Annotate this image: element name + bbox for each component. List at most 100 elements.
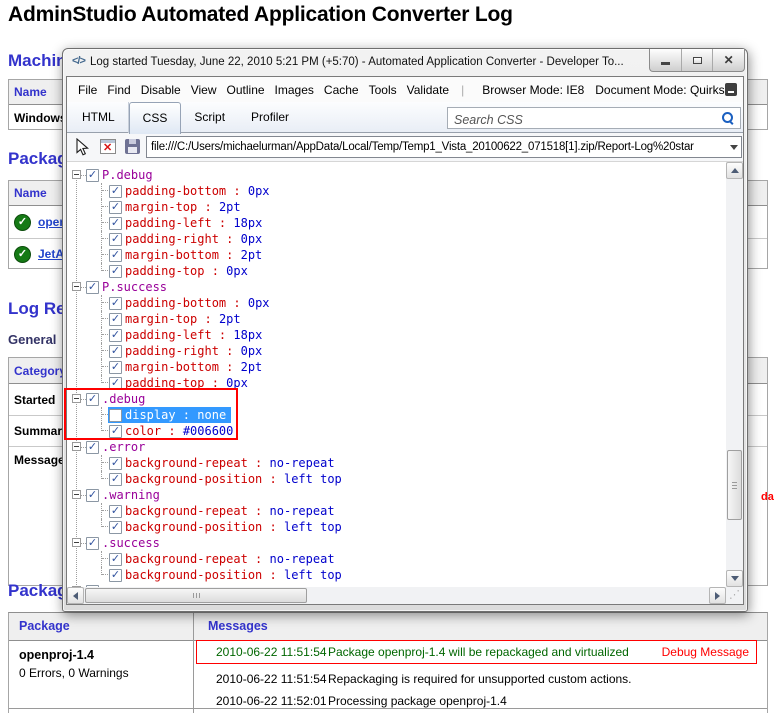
property-checkbox[interactable]: ✓ — [109, 569, 122, 582]
search-icon[interactable] — [721, 111, 735, 125]
tree-prop-padding-right[interactable]: ✓padding-right : 0px — [67, 343, 726, 359]
property-checkbox[interactable]: ✓ — [109, 217, 122, 230]
tree-prop-padding-top[interactable]: ✓padding-top : 0px — [67, 263, 726, 279]
tree-prop-background-position[interactable]: ✓background-position : left top — [67, 519, 726, 535]
tree-prop-background-position[interactable]: ✓background-position : left top — [67, 471, 726, 487]
resize-grip[interactable]: ⋰ — [726, 587, 743, 604]
property-checkbox[interactable]: ✓ — [109, 233, 122, 246]
debug-rule-annotation-box — [64, 388, 238, 440]
tab-profiler[interactable]: Profiler — [238, 102, 302, 133]
address-bar[interactable]: file:///C:/Users/michaelurman/AppData/Lo… — [146, 136, 742, 158]
property-checkbox[interactable]: ✓ — [109, 249, 122, 262]
property-checkbox[interactable]: ✓ — [109, 313, 122, 326]
rule-checkbox[interactable]: ✓ — [86, 489, 99, 502]
tab-css[interactable]: CSS — [129, 102, 182, 134]
window-titlebar[interactable]: </> Log started Tuesday, June 22, 2010 5… — [63, 49, 747, 76]
tree-node-P.success[interactable]: ✓P.success — [67, 279, 726, 295]
property-label: margin-top : 2pt — [125, 200, 241, 214]
menu-item-outline[interactable]: Outline — [222, 83, 270, 97]
property-checkbox[interactable]: ✓ — [109, 473, 122, 486]
property-checkbox[interactable]: ✓ — [109, 329, 122, 342]
collapse-icon[interactable] — [72, 282, 81, 291]
browser-mode-label[interactable]: Browser Mode: IE8 — [482, 83, 584, 97]
tree-node-.success[interactable]: ✓.success — [67, 535, 726, 551]
maximize-icon — [693, 57, 702, 64]
property-checkbox[interactable]: ✓ — [109, 345, 122, 358]
maximize-button[interactable] — [681, 49, 713, 71]
message-text: Package openproj-1.4 will be repackaged … — [328, 645, 629, 659]
tree-prop-margin-bottom[interactable]: ✓margin-bottom : 2pt — [67, 359, 726, 375]
tree-prop-background-repeat[interactable]: ✓background-repeat : no-repeat — [67, 455, 726, 471]
vertical-scrollbar[interactable] — [726, 162, 743, 587]
property-checkbox[interactable]: ✓ — [109, 297, 122, 310]
property-checkbox[interactable]: ✓ — [109, 457, 122, 470]
selector-label: .success — [102, 536, 160, 550]
selector-label: P.debug — [102, 168, 153, 182]
menu-item-file[interactable]: File — [73, 83, 102, 97]
vertical-scroll-thumb[interactable] — [727, 450, 742, 520]
tree-prop-padding-left[interactable]: ✓padding-left : 18px — [67, 215, 726, 231]
tree-prop-margin-top[interactable]: ✓margin-top : 2pt — [67, 311, 726, 327]
property-checkbox[interactable]: ✓ — [109, 201, 122, 214]
collapse-icon[interactable] — [72, 538, 81, 547]
collapse-icon[interactable] — [72, 170, 81, 179]
collapse-icon[interactable] — [72, 490, 81, 499]
pin-window-icon[interactable] — [725, 83, 737, 96]
tab-html[interactable]: HTML — [69, 102, 129, 133]
toolbar: file:///C:/Users/michaelurman/AppData/Lo… — [67, 133, 743, 162]
tree-node-.warning[interactable]: ✓.warning — [67, 487, 726, 503]
general-subheading: General — [8, 332, 56, 347]
address-dropdown-icon[interactable] — [726, 136, 742, 158]
tree-prop-padding-bottom[interactable]: ✓padding-bottom : 0px — [67, 295, 726, 311]
property-checkbox[interactable]: ✓ — [109, 185, 122, 198]
log-col-category: Category — [14, 364, 66, 378]
rule-checkbox[interactable]: ✓ — [86, 537, 99, 550]
horizontal-scroll-thumb[interactable] — [85, 588, 307, 603]
tree-prop-margin-bottom[interactable]: ✓margin-bottom : 2pt — [67, 247, 726, 263]
clear-red-x-icon[interactable] — [100, 139, 116, 154]
menu-item-tools[interactable]: Tools — [364, 83, 402, 97]
window-controls: ✕ — [649, 49, 745, 72]
property-label: margin-bottom : 2pt — [125, 248, 262, 262]
tree-prop-padding-left[interactable]: ✓padding-left : 18px — [67, 327, 726, 343]
tree-prop-padding-bottom[interactable]: ✓padding-bottom : 0px — [67, 183, 726, 199]
close-button[interactable]: ✕ — [712, 49, 744, 71]
property-label: margin-bottom : 2pt — [125, 360, 262, 374]
property-checkbox[interactable]: ✓ — [109, 521, 122, 534]
package-status: 0 Errors, 0 Warnings — [19, 666, 129, 680]
rule-checkbox[interactable]: ✓ — [86, 281, 99, 294]
scroll-left-button[interactable] — [67, 587, 84, 604]
tree-prop-background-repeat[interactable]: ✓background-repeat : no-repeat — [67, 551, 726, 567]
collapse-icon[interactable] — [72, 442, 81, 451]
search-input[interactable] — [448, 108, 724, 130]
tree-prop-background-repeat[interactable]: ✓background-repeat : no-repeat — [67, 503, 726, 519]
property-label: margin-top : 2pt — [125, 312, 241, 326]
rule-checkbox[interactable]: ✓ — [86, 441, 99, 454]
menu-item-disable[interactable]: Disable — [136, 83, 186, 97]
scroll-up-button[interactable] — [726, 162, 743, 179]
select-element-cursor-icon[interactable] — [73, 138, 89, 161]
menu-item-view[interactable]: View — [186, 83, 222, 97]
tab-script[interactable]: Script — [181, 102, 238, 133]
tree-prop-background-position[interactable]: ✓background-position : left top — [67, 567, 726, 583]
menu-item-find[interactable]: Find — [102, 83, 135, 97]
menu-item-validate[interactable]: Validate — [402, 83, 454, 97]
collapse-icon[interactable] — [72, 586, 81, 587]
property-checkbox[interactable]: ✓ — [109, 265, 122, 278]
property-checkbox[interactable]: ✓ — [109, 361, 122, 374]
menu-item-images[interactable]: Images — [270, 83, 319, 97]
horizontal-scrollbar[interactable] — [67, 587, 726, 604]
property-checkbox[interactable]: ✓ — [109, 553, 122, 566]
save-icon[interactable] — [125, 139, 140, 154]
scroll-right-button[interactable] — [709, 587, 726, 604]
tree-prop-margin-top[interactable]: ✓margin-top : 2pt — [67, 199, 726, 215]
document-mode-label[interactable]: Document Mode: Quirks — [595, 83, 724, 97]
tree-prop-padding-right[interactable]: ✓padding-right : 0px — [67, 231, 726, 247]
property-checkbox[interactable]: ✓ — [109, 505, 122, 518]
tree-node-P.debug[interactable]: ✓P.debug — [67, 167, 726, 183]
minimize-button[interactable] — [650, 49, 681, 71]
rule-checkbox[interactable]: ✓ — [86, 169, 99, 182]
menu-item-cache[interactable]: Cache — [319, 83, 364, 97]
scroll-down-button[interactable] — [726, 570, 743, 587]
tree-node-.error[interactable]: ✓.error — [67, 439, 726, 455]
